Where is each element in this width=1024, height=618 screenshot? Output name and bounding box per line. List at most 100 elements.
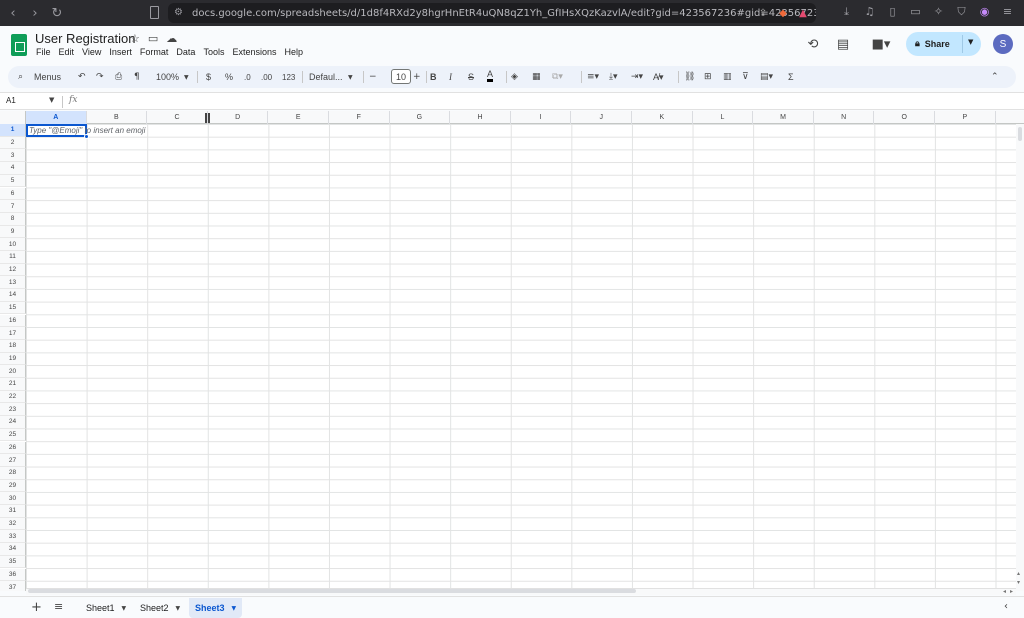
row-header-14[interactable]: 14 (0, 289, 26, 302)
comments-icon[interactable]: ▤ (835, 36, 851, 52)
row-header-34[interactable]: 34 (0, 543, 26, 556)
italic-button[interactable]: I (449, 69, 452, 85)
address-bar[interactable]: ⚙ docs.google.com/spreadsheets/d/1d8f4RX… (168, 3, 816, 23)
select-all-corner[interactable] (0, 111, 26, 124)
column-header-b[interactable]: B (87, 111, 148, 124)
sidebar-icon[interactable]: ▯ (886, 5, 899, 18)
row-header-4[interactable]: 4 (0, 162, 26, 175)
row-header-20[interactable]: 20 (0, 365, 26, 378)
menu-extensions[interactable]: Extensions (232, 47, 276, 57)
scroll-left-arrow-icon[interactable]: ◂ (1003, 588, 1006, 595)
site-settings-icon[interactable]: ⚙ (174, 7, 186, 19)
tab-sheet1[interactable]: Sheet1 ▼ (80, 598, 132, 618)
insert-link-icon[interactable]: ⛓ (684, 69, 695, 85)
print-icon[interactable]: ⎙ (115, 69, 122, 85)
menu-view[interactable]: View (82, 47, 101, 57)
row-header-16[interactable]: 16 (0, 314, 26, 328)
row-header-26[interactable]: 26 (0, 441, 26, 455)
row-header-11[interactable]: 11 (0, 251, 26, 264)
sheets-logo-icon[interactable] (11, 34, 27, 56)
menu-icon[interactable]: ≡ (1001, 5, 1014, 18)
row-header-27[interactable]: 27 (0, 454, 26, 467)
tab-chevron-icon[interactable]: ▼ (122, 605, 127, 612)
row-header-19[interactable]: 19 (0, 352, 26, 366)
spreadsheet-grid[interactable]: ABCDEFGHIJKLMNOP 1 2 3 4 5 6 7 8 9 10 11 12 13 14 15 16… (0, 111, 1024, 591)
column-header-o[interactable]: O (874, 111, 935, 124)
menu-help[interactable]: Help (284, 47, 303, 57)
horizontal-align-icon[interactable]: ≡▾ (587, 69, 599, 85)
fill-color-icon[interactable]: ◈ (511, 69, 518, 85)
increase-font-size-icon[interactable]: + (413, 69, 421, 85)
row-header-8[interactable]: 8 (0, 212, 26, 226)
filter-views-icon[interactable]: ▤▾ (760, 69, 773, 85)
menu-edit[interactable]: Edit (59, 47, 75, 57)
row-header-7[interactable]: 7 (0, 200, 26, 213)
row-header-32[interactable]: 32 (0, 517, 26, 531)
column-header-a[interactable]: A (26, 111, 87, 124)
decrease-decimal-button[interactable]: .0 (244, 69, 251, 85)
column-header-g[interactable]: G (390, 111, 451, 124)
insert-comment-icon[interactable]: ⊞ (704, 69, 712, 85)
column-header-m[interactable]: M (753, 111, 814, 124)
row-header-33[interactable]: 33 (0, 530, 26, 544)
bookmark-icon[interactable] (150, 6, 159, 19)
percent-format-button[interactable]: % (225, 69, 233, 85)
text-color-button[interactable]: A (487, 69, 494, 82)
row-header-10[interactable]: 10 (0, 238, 26, 251)
column-header-e[interactable]: E (268, 111, 329, 124)
brave-rewards-icon[interactable]: ▲ (796, 6, 810, 20)
download-icon[interactable]: ⤓ (840, 5, 853, 18)
column-header-k[interactable]: K (632, 111, 693, 124)
menu-insert[interactable]: Insert (109, 47, 132, 57)
row-header-21[interactable]: 21 (0, 378, 26, 391)
functions-icon[interactable]: Σ (788, 69, 794, 85)
zoom-select[interactable]: 100% (156, 69, 179, 85)
font-size-input[interactable]: 10 (391, 69, 411, 84)
row-header-2[interactable]: 2 (0, 136, 26, 150)
ai-icon[interactable]: ✧ (932, 5, 945, 18)
collapse-toolbar-icon[interactable]: ⌃ (991, 69, 999, 85)
tab-chevron-icon[interactable]: ▼ (232, 605, 237, 612)
insert-chart-icon[interactable]: ▥ (723, 69, 732, 85)
row-header-29[interactable]: 29 (0, 479, 26, 493)
name-box-chevron-icon[interactable]: ▼ (49, 96, 54, 104)
row-header-23[interactable]: 23 (0, 403, 26, 417)
vertical-scroll-thumb[interactable] (1018, 127, 1022, 141)
column-header-d[interactable]: D (208, 111, 269, 124)
menus-search-label[interactable]: Menus (34, 69, 61, 85)
meet-icon[interactable]: ■▾ (868, 36, 894, 52)
decrease-font-size-icon[interactable]: − (369, 69, 377, 85)
column-header-i[interactable]: I (511, 111, 572, 124)
bold-button[interactable]: B (430, 69, 437, 85)
column-header-h[interactable]: H (450, 111, 511, 124)
row-header-5[interactable]: 5 (0, 174, 26, 188)
share-page-icon[interactable]: ⇪ (756, 6, 770, 20)
column-header-f[interactable]: F (329, 111, 390, 124)
row-header-6[interactable]: 6 (0, 187, 26, 201)
cloud-saved-icon[interactable]: ☁ (166, 32, 177, 45)
column-header-p[interactable]: P (935, 111, 996, 124)
star-icon[interactable]: ☆ (130, 32, 140, 45)
filter-icon[interactable]: ⊽ (742, 69, 749, 85)
search-menus-icon[interactable]: ⌕ (18, 69, 23, 85)
text-wrapping-icon[interactable]: ⇥▾ (631, 69, 643, 85)
document-title[interactable]: User Registration (35, 31, 135, 46)
share-options-chevron-icon[interactable]: ▼ (968, 38, 973, 46)
menu-format[interactable]: Format (140, 47, 169, 57)
row-header-15[interactable]: 15 (0, 301, 26, 315)
font-select[interactable]: Defaul... (309, 69, 343, 85)
tab-chevron-icon[interactable]: ▼ (176, 605, 181, 612)
row-header-28[interactable]: 28 (0, 466, 26, 480)
borders-icon[interactable]: ▦ (532, 69, 541, 85)
row-header-22[interactable]: 22 (0, 390, 26, 404)
row-header-37[interactable]: 37 (0, 581, 26, 591)
vpn-icon[interactable]: ⛉ (955, 5, 968, 18)
vertical-scrollbar[interactable] (1016, 124, 1024, 591)
zoom-chevron-icon[interactable]: ▼ (184, 69, 189, 85)
row-header-12[interactable]: 12 (0, 263, 26, 277)
add-sheet-icon[interactable]: + (31, 600, 42, 615)
row-header-31[interactable]: 31 (0, 505, 26, 518)
menu-file[interactable]: File (36, 47, 51, 57)
url-text[interactable]: docs.google.com/spreadsheets/d/1d8f4RXd2… (192, 8, 816, 19)
tab-sheet3[interactable]: Sheet3 ▼ (189, 598, 243, 618)
